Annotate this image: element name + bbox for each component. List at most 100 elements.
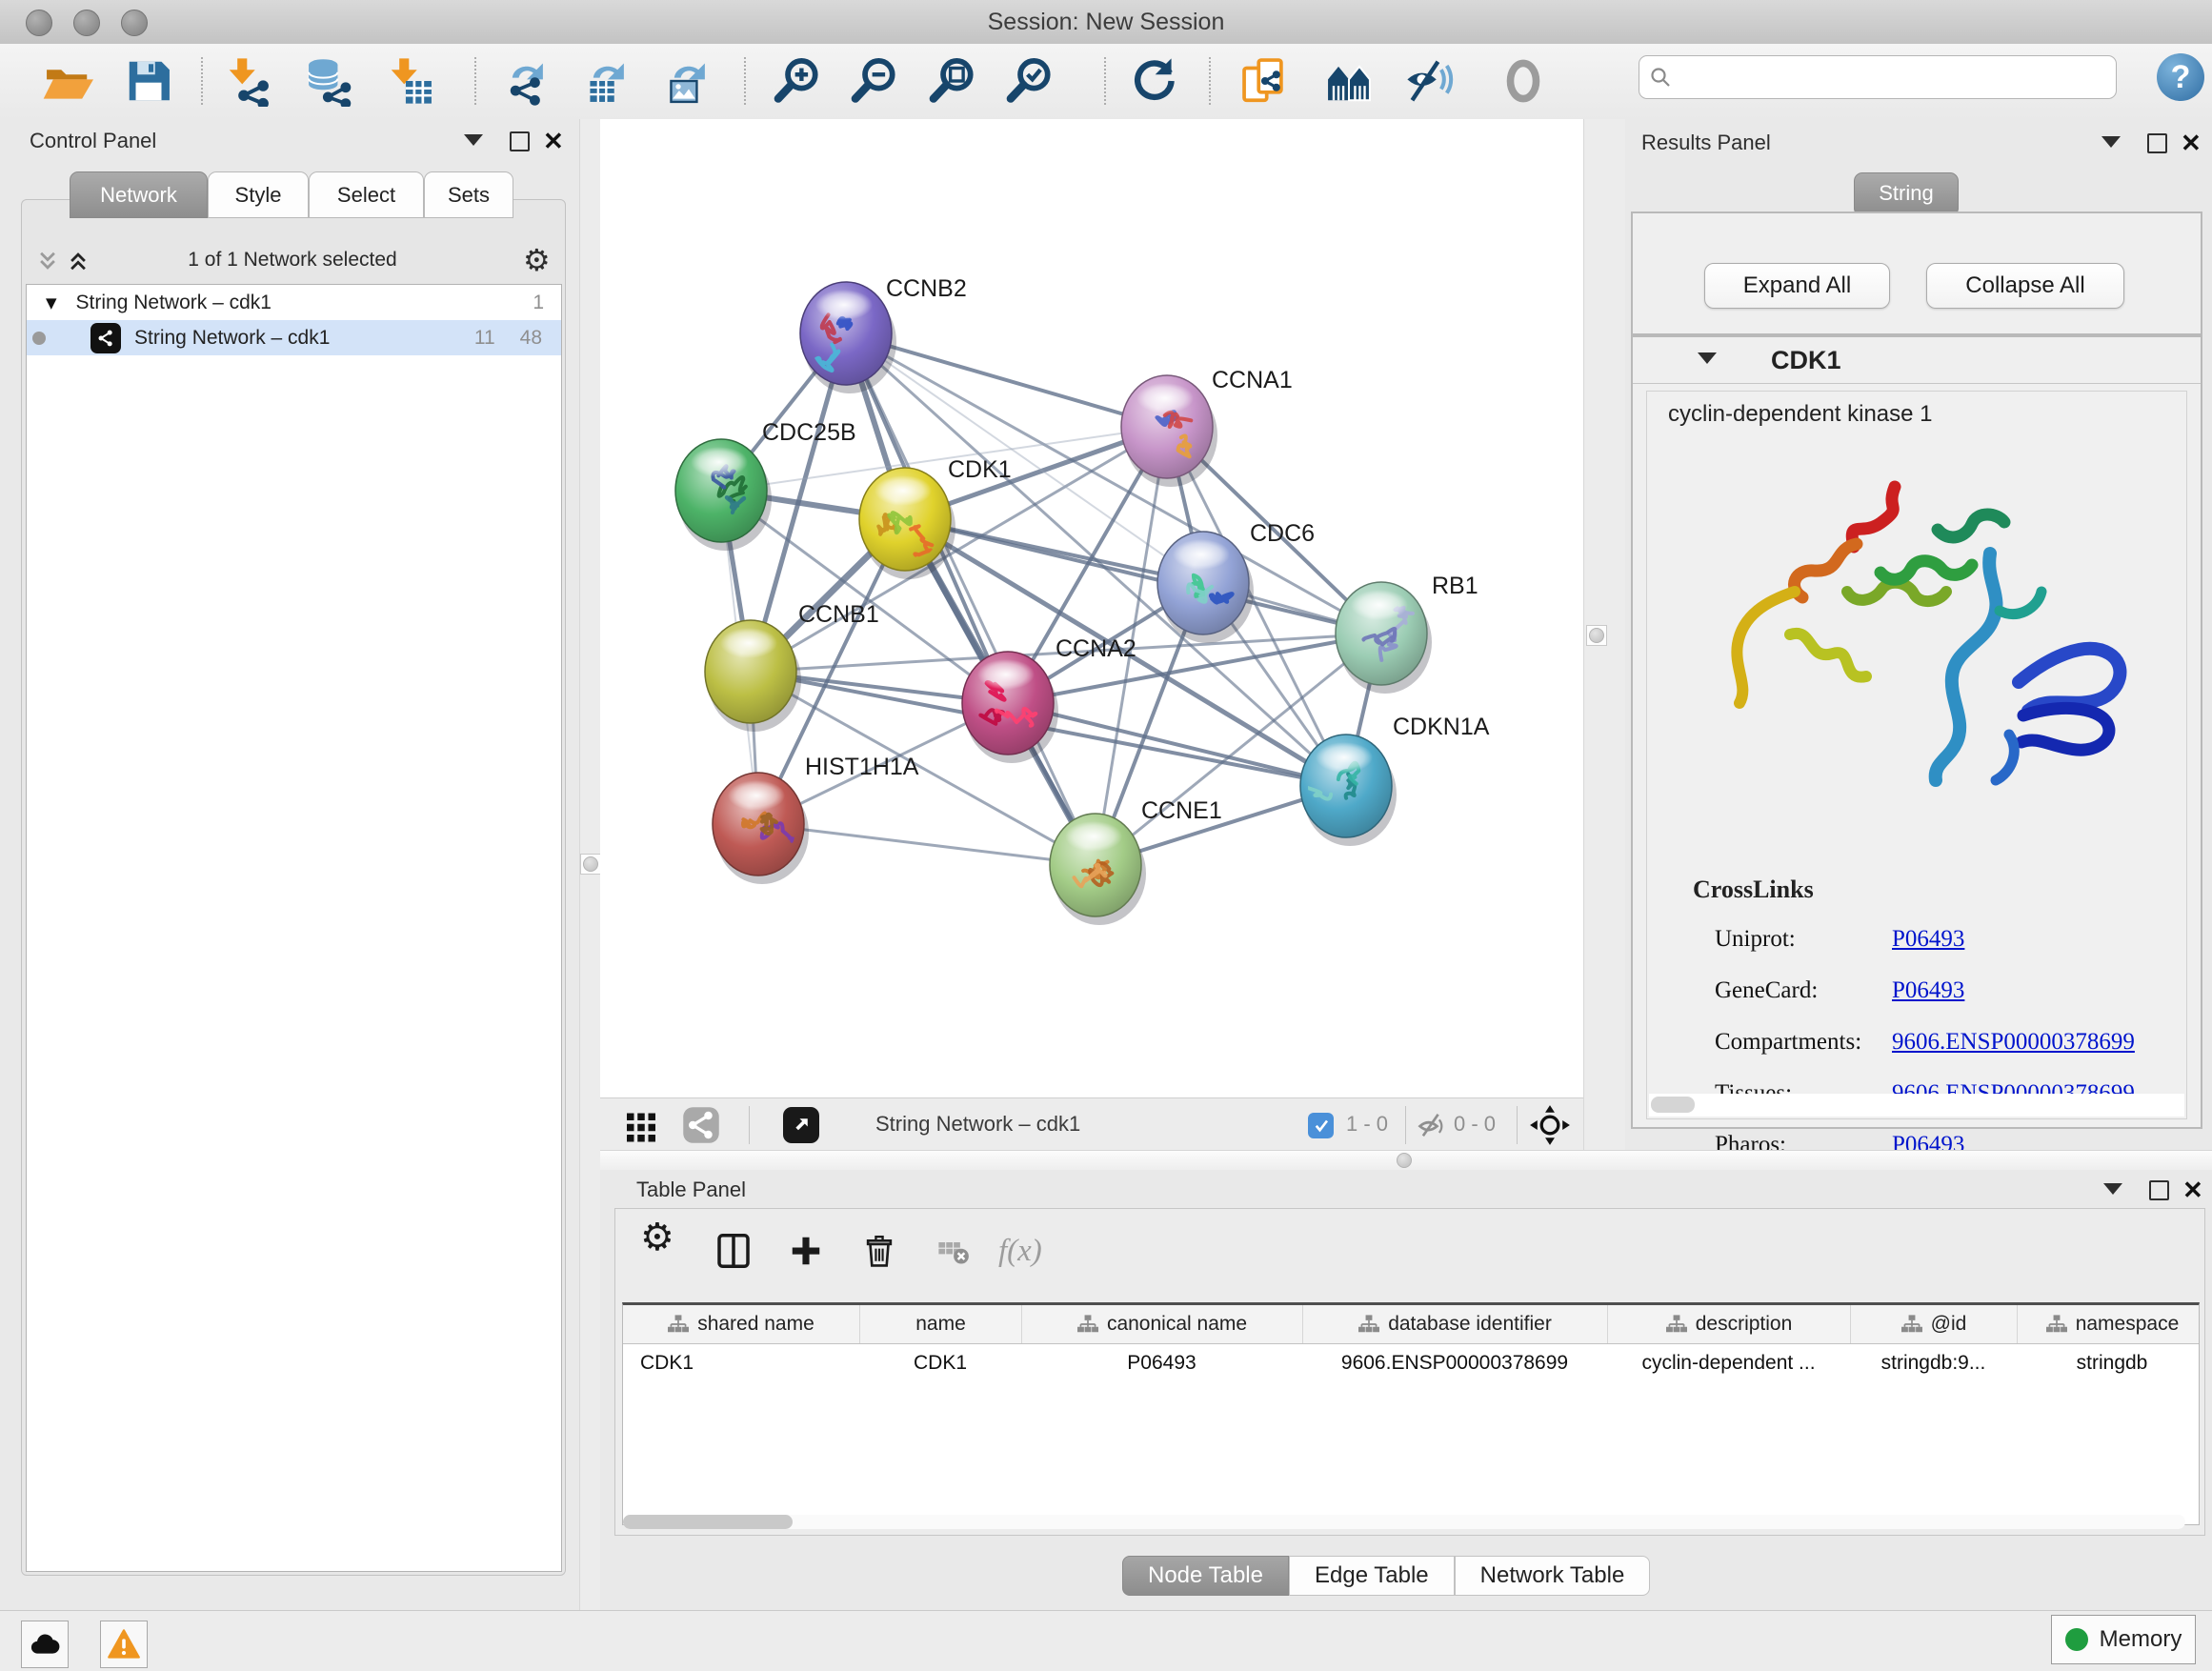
close-panel-button[interactable]: ✕ (2181, 131, 2202, 155)
zoom-fit-button[interactable] (926, 53, 981, 109)
table-row[interactable]: CDK1CDK1P064939606.ENSP00000378699cyclin… (623, 1344, 2199, 1382)
network-node-CDC25B[interactable] (675, 439, 772, 551)
splitter-handle[interactable] (1397, 1153, 1412, 1168)
zoom-out-button[interactable] (848, 53, 903, 109)
maximize-panel-button[interactable] (2149, 1180, 2169, 1200)
import-network-from-database-button[interactable] (302, 53, 357, 109)
export-image-button[interactable] (661, 53, 716, 109)
column-header-namespace[interactable]: namespace (2017, 1305, 2200, 1343)
float-panel-button[interactable] (464, 134, 483, 146)
right-panel-divider[interactable] (1583, 119, 1627, 1150)
open-session-button[interactable] (40, 53, 95, 109)
divider-handle[interactable] (1586, 625, 1607, 646)
memory-button[interactable]: Memory (2051, 1615, 2196, 1664)
left-panel-divider[interactable] (579, 119, 602, 1610)
gear-icon[interactable]: ⚙ (523, 242, 551, 278)
close-panel-button[interactable]: ✕ (543, 129, 564, 153)
maximize-panel-button[interactable] (510, 131, 530, 151)
column-header-database-identifier[interactable]: database identifier (1302, 1305, 1607, 1343)
help-button[interactable]: ? (2157, 53, 2204, 101)
column-header-canonical-name[interactable]: canonical name (1021, 1305, 1302, 1343)
hidden-indicator[interactable] (1416, 1106, 1450, 1144)
network-node-CDKN1A[interactable] (1296, 735, 1397, 846)
zoom-selected-button[interactable] (1003, 53, 1058, 109)
clone-network-button[interactable] (1237, 53, 1293, 109)
search-field[interactable] (1639, 55, 2117, 99)
protein-header[interactable]: CDK1 (1633, 337, 2201, 384)
float-panel-button[interactable] (2101, 136, 2121, 148)
crosslink-link[interactable]: P06493 (1892, 977, 1964, 1004)
hide-glass-panel-button[interactable] (1402, 53, 1458, 109)
network-node-CCNE1[interactable] (1050, 814, 1146, 925)
network-node-CCNA1[interactable] (1121, 375, 1217, 487)
network-node-CDC6[interactable] (1157, 532, 1254, 643)
maximize-panel-button[interactable] (2147, 133, 2167, 153)
table-cell[interactable]: cyclin-dependent ... (1607, 1344, 1850, 1382)
column-header-name[interactable]: name (859, 1305, 1021, 1343)
delete-table-button[interactable] (935, 1230, 970, 1272)
tab-network-table[interactable]: Network Table (1455, 1556, 1651, 1596)
import-table-button[interactable] (383, 53, 438, 109)
network-edges[interactable] (721, 333, 1381, 865)
expand-all-button[interactable]: Expand All (1704, 263, 1890, 309)
show-grid-button[interactable] (622, 1106, 660, 1144)
network-share-button[interactable] (682, 1106, 720, 1144)
collapse-all-button[interactable]: Collapse All (1926, 263, 2124, 309)
column-header-description[interactable]: description (1607, 1305, 1850, 1343)
table-cell[interactable]: stringdb:9... (1850, 1344, 2017, 1382)
function-builder-button[interactable]: f(x) (998, 1230, 1042, 1272)
search-input[interactable] (1679, 65, 2106, 90)
table-cell[interactable]: CDK1 (623, 1344, 859, 1382)
show-columns-button[interactable] (714, 1230, 753, 1272)
delete-column-button[interactable] (861, 1230, 897, 1272)
table-h-scrollbar[interactable] (623, 1515, 2185, 1529)
table-options-gear-icon[interactable]: ⚙ (640, 1217, 674, 1258)
crosslink-link[interactable]: P06493 (1892, 926, 1964, 953)
export-network-button[interactable] (499, 53, 554, 109)
results-h-scrollbar[interactable] (1649, 1094, 2184, 1117)
collection-expand-icon[interactable]: ▼ (46, 294, 57, 312)
tab-node-table[interactable]: Node Table (1122, 1556, 1289, 1596)
network-node-RB1[interactable] (1336, 582, 1432, 694)
apply-layout-button[interactable] (1126, 53, 1181, 109)
tab-edge-table[interactable]: Edge Table (1289, 1556, 1455, 1596)
crosslink-link[interactable]: 9606.ENSP00000378699 (1892, 1029, 2135, 1056)
collapse-protein-button[interactable] (1698, 352, 1717, 364)
scrollbar-thumb[interactable] (623, 1515, 793, 1529)
table-cell[interactable]: CDK1 (859, 1344, 1021, 1382)
close-panel-button[interactable]: ✕ (2182, 1178, 2203, 1202)
column-header--id[interactable]: @id (1850, 1305, 2017, 1343)
fit-content-button[interactable] (1529, 1106, 1571, 1144)
string-app-button[interactable] (1321, 53, 1377, 109)
horizontal-splitter[interactable] (600, 1150, 2212, 1172)
table-cell[interactable]: 9606.ENSP00000378699 (1302, 1344, 1607, 1382)
save-session-button[interactable] (121, 53, 176, 109)
network-node-CDK1[interactable] (859, 468, 955, 579)
network-node-CCNA2[interactable] (962, 652, 1058, 763)
selected-indicator[interactable] (1308, 1106, 1334, 1144)
table-cell[interactable]: P06493 (1021, 1344, 1302, 1382)
tab-network[interactable]: Network (70, 171, 208, 218)
table-cell[interactable]: stringdb (2017, 1344, 2200, 1382)
tab-select[interactable]: Select (309, 171, 424, 218)
show-glass-panel-button[interactable] (1496, 53, 1551, 109)
tab-sets[interactable]: Sets (424, 171, 513, 218)
divider-handle[interactable] (580, 854, 601, 875)
birds-eye-view-button[interactable] (783, 1106, 819, 1144)
network-collection-row[interactable]: ▼ String Network – cdk1 1 (27, 285, 561, 320)
cloud-button[interactable] (21, 1621, 69, 1668)
create-column-button[interactable] (788, 1230, 824, 1272)
column-header-shared-name[interactable]: shared name (623, 1305, 859, 1343)
tab-string[interactable]: String (1854, 172, 1959, 214)
network-node-HIST1H1A[interactable] (713, 773, 809, 884)
warnings-button[interactable] (100, 1621, 148, 1668)
import-network-button[interactable] (221, 53, 276, 109)
scrollbar-thumb[interactable] (1651, 1097, 1695, 1113)
network-canvas[interactable]: CCNB2CCNA1CDC25BCDK1CDC6RB1CCNB1CCNA2CDK… (600, 119, 1583, 1097)
float-panel-button[interactable] (2103, 1183, 2122, 1195)
export-table-button[interactable] (580, 53, 635, 109)
network-node-CCNB2[interactable] (800, 282, 896, 393)
network-row[interactable]: String Network – cdk1 11 48 (27, 320, 561, 355)
zoom-in-button[interactable] (771, 53, 826, 109)
tab-style[interactable]: Style (208, 171, 309, 218)
